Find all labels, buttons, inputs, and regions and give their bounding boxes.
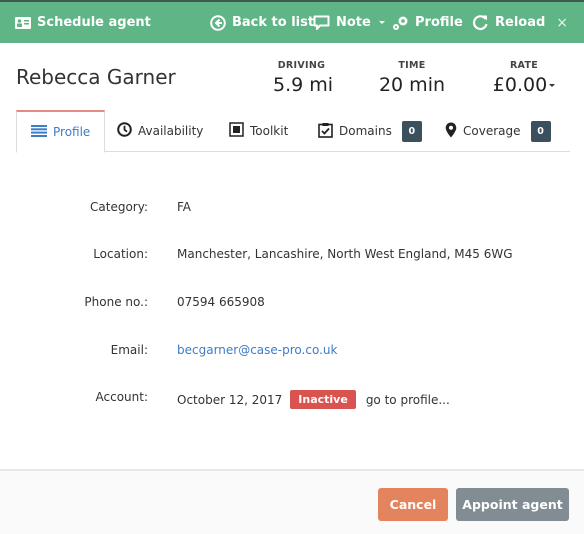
email-row: Email: becgarner@case-pro.co.uk (0, 343, 584, 363)
account-label: Account: (95, 390, 149, 404)
location-value: Manchester, Lancashire, North West Engla… (177, 247, 513, 261)
rate-stat[interactable]: RATE £0.00 (491, 60, 557, 96)
coverage-count-badge: 0 (530, 120, 551, 142)
phone-label: Phone no.: (84, 295, 148, 309)
map-marker-icon (445, 122, 457, 141)
location-label: Location: (93, 247, 148, 261)
driving-stat: DRIVING 5.9 mi (273, 60, 334, 96)
tab-label: Profile (53, 125, 91, 139)
time-stat: TIME 20 min (378, 60, 446, 96)
schedule-agent-label: Schedule agent (37, 15, 151, 30)
reload-button[interactable]: Reload (472, 2, 545, 43)
agent-name: Rebecca Garner (16, 65, 176, 89)
tab-label: Coverage (463, 124, 521, 138)
tab-profile[interactable]: Profile (16, 110, 106, 153)
back-to-list-label: Back to list (232, 15, 315, 30)
tab-coverage[interactable]: Coverage 0 (445, 110, 551, 152)
tab-label: Domains (339, 124, 392, 138)
tab-bar: Profile Availability Toolkit Domains 0 C… (16, 110, 570, 153)
reload-label: Reload (495, 15, 546, 30)
schedule-agent-button[interactable]: Schedule agent (15, 2, 151, 43)
caret-down-icon (549, 84, 556, 87)
time-value: 20 min (378, 74, 446, 96)
note-dropdown-button[interactable]: Note (313, 2, 385, 43)
note-label: Note (336, 15, 371, 30)
category-label: Category: (90, 200, 148, 214)
location-row: Location: Manchester, Lancashire, North … (0, 247, 584, 267)
appoint-agent-button[interactable]: Appoint agent (456, 488, 569, 521)
gears-icon (392, 15, 409, 31)
clipboard-check-icon (318, 122, 333, 141)
tab-label: Toolkit (250, 124, 289, 138)
tab-domains[interactable]: Domains 0 (318, 110, 422, 152)
close-button[interactable]: × (556, 2, 568, 43)
header-bar: Schedule agent Back to list Note Profile… (0, 2, 584, 43)
list-icon (31, 124, 47, 140)
back-to-list-button[interactable]: Back to list (210, 2, 314, 43)
time-label: TIME (398, 60, 426, 71)
phone-row: Phone no.: 07594 665908 (0, 295, 584, 315)
rate-value: £0.00 (492, 74, 548, 96)
comment-icon (313, 15, 330, 31)
profile-label: Profile (415, 15, 463, 30)
clock-icon (117, 122, 132, 140)
profile-button[interactable]: Profile (392, 2, 463, 43)
tab-availability[interactable]: Availability (117, 110, 203, 152)
arrow-circle-left-icon (210, 14, 226, 31)
tab-label: Availability (138, 124, 204, 138)
email-label: Email: (110, 343, 148, 357)
email-link[interactable]: becgarner@case-pro.co.uk (177, 343, 337, 357)
cancel-button[interactable]: Cancel (378, 488, 448, 521)
id-card-icon (15, 16, 31, 29)
close-icon: × (556, 14, 568, 31)
driving-value: 5.9 mi (273, 74, 334, 96)
account-date: October 12, 2017 (177, 392, 283, 407)
driving-label: DRIVING (277, 60, 326, 71)
status-badge: Inactive (290, 390, 356, 409)
rate-dropdown[interactable]: £0.00 (491, 74, 557, 96)
category-value: FA (177, 200, 192, 214)
tab-toolkit[interactable]: Toolkit (229, 110, 288, 152)
account-row: Account: October 12, 2017 Inactive go to… (0, 390, 584, 410)
domains-count-badge: 0 (401, 120, 422, 142)
phone-value: 07594 665908 (177, 295, 265, 309)
category-row: Category: FA (0, 200, 584, 220)
account-value: October 12, 2017 Inactive go to profile.… (177, 390, 450, 409)
modal-footer: Cancel Appoint agent (0, 469, 584, 534)
square-icon (229, 122, 244, 140)
reload-icon (472, 14, 489, 31)
chevron-down-icon (378, 21, 385, 24)
rate-label: RATE (509, 60, 539, 71)
go-to-profile-link[interactable]: go to profile... (366, 393, 450, 407)
